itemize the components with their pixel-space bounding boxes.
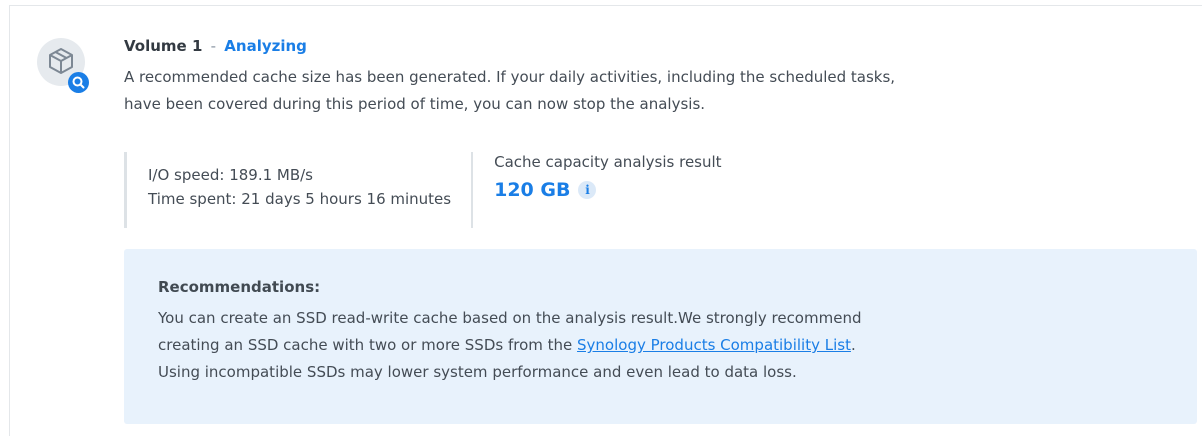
cache-result: Cache capacity analysis result 120 GB i [471,152,722,228]
compatibility-list-link[interactable]: Synology Products Compatibility List [577,336,851,354]
cube-icon [49,48,73,74]
description-line-1: A recommended cache size has been genera… [124,68,896,86]
search-icon [72,76,85,89]
title-separator: - [210,37,217,55]
volume-content: Volume 1 - Analyzing A recommended cache… [124,36,1199,228]
info-icon[interactable]: i [578,181,597,199]
volume-icon [37,38,89,93]
time-spent: Time spent: 21 days 5 hours 16 minutes [148,190,452,208]
recommendation-line-2-suffix: . [850,336,856,354]
recommendation-line-3: Using incompatible SSDs may lower system… [158,363,797,381]
recommendations-title: Recommendations: [158,278,321,296]
volume-title: Volume 1 - Analyzing [124,36,1199,56]
cache-analysis-panel: Volume 1 - Analyzing A recommended cache… [9,5,1202,436]
recommendation-line-2-prefix: creating an SSD cache with two or more S… [158,336,578,354]
recommendations-text: You can create an SSD read-write cache b… [158,305,1163,386]
performance-stats: I/O speed: 189.1 MB/s Time spent: 21 day… [124,152,451,228]
analyzing-badge [68,72,89,93]
io-speed: I/O speed: 189.1 MB/s [148,166,313,184]
analysis-description: A recommended cache size has been genera… [124,64,1199,118]
cache-result-label: Cache capacity analysis result [494,153,722,171]
recommendation-line-1: You can create an SSD read-write cache b… [158,309,862,327]
volume-status: Analyzing [224,37,307,55]
description-line-2: have been covered during this period of … [124,95,706,113]
cache-result-value-row: 120 GB i [494,179,721,201]
analysis-stats: I/O speed: 189.1 MB/s Time spent: 21 day… [124,152,722,228]
volume-name: Volume 1 [124,37,203,55]
cache-result-value: 120 GB [494,179,571,201]
recommendation-line-2: creating an SSD cache with two or more S… [158,332,1163,359]
recommendations-box: Recommendations: You can create an SSD r… [124,249,1197,424]
